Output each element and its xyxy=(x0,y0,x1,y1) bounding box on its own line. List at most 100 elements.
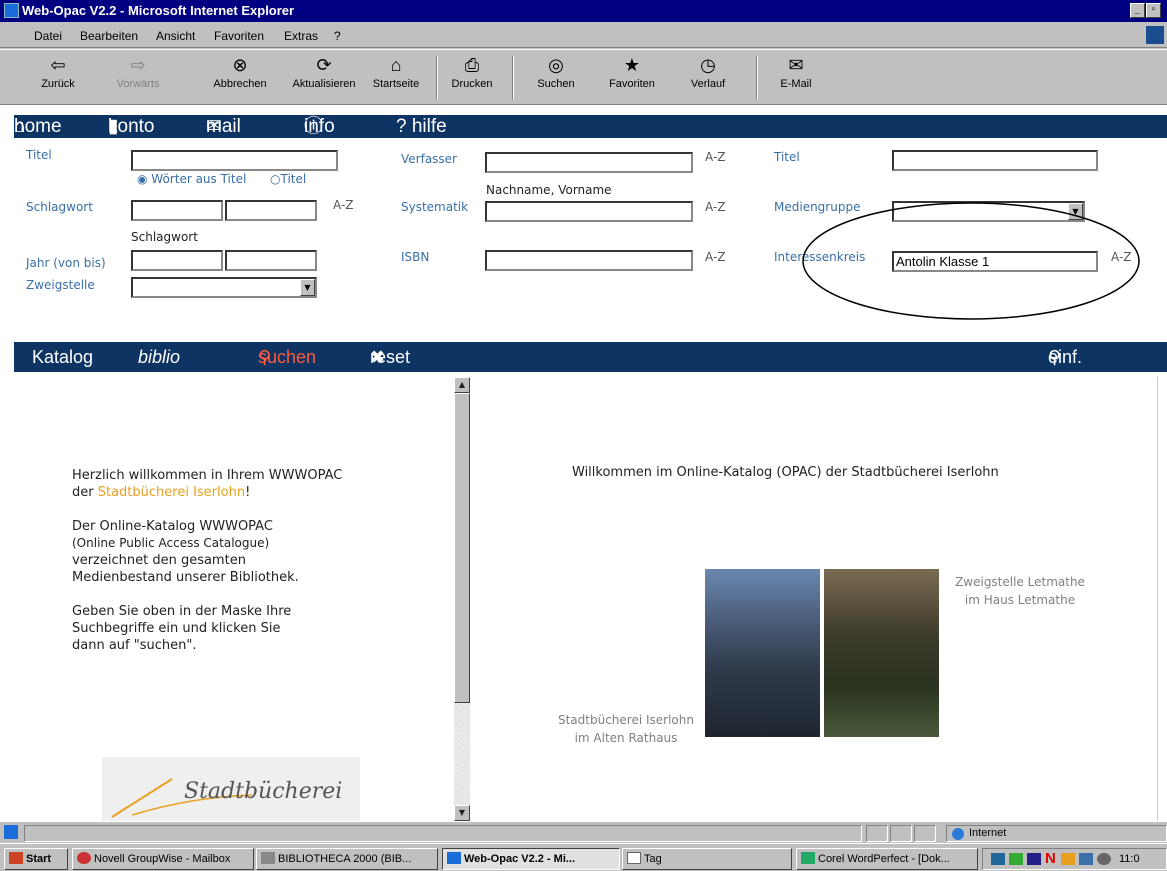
titel2-input[interactable] xyxy=(892,150,1098,171)
highlight-ellipse xyxy=(802,202,1140,320)
menu-ansicht[interactable]: Ansicht xyxy=(156,29,195,43)
verfasser-input[interactable] xyxy=(485,152,693,173)
titel2-label: Titel xyxy=(774,150,800,164)
printer-icon: ⎙ xyxy=(464,55,480,75)
search-form: Titel ◉ Wörter aus Titel ○Titel Schlagwo… xyxy=(0,138,1167,342)
house-icon: ⌂ xyxy=(390,55,402,75)
right-scrollbar[interactable] xyxy=(1157,377,1167,821)
start-button[interactable]: Start xyxy=(4,848,68,870)
status-bar: Internet xyxy=(0,821,1167,843)
stop-button[interactable]: ⊗ Abbrechen xyxy=(208,54,272,90)
radio-woerter[interactable]: ◉ Wörter aus Titel xyxy=(137,172,246,186)
systematik-label: Systematik xyxy=(401,200,469,214)
status-box xyxy=(866,825,888,842)
zweigstelle-label: Zweigstelle xyxy=(26,278,95,292)
task-web-opac[interactable]: Web-Opac V2.2 - Mi... xyxy=(442,848,620,870)
browser-content: ⌂ home ▮ konto ✉ mail ⓘ info ? hilfe Tit… xyxy=(0,105,1167,821)
status-box xyxy=(890,825,912,842)
menu-datei[interactable]: Datei xyxy=(34,29,62,43)
mail-button[interactable]: ✉ E-Mail xyxy=(764,54,828,90)
bibliotheca-icon xyxy=(261,852,275,864)
radio-titel[interactable]: ○Titel xyxy=(270,172,306,186)
systematik-input[interactable] xyxy=(485,201,693,222)
history-button[interactable]: ◷ Verlauf xyxy=(676,54,740,90)
rathaus-caption: Stadtbücherei Iserlohn im Alten Rathaus xyxy=(557,713,694,745)
chevron-down-icon: ▼ xyxy=(300,279,315,296)
tray-monitor-icon[interactable] xyxy=(1027,853,1041,865)
left-frame: Herzlich willkommen in Ihrem WWWOPAC der… xyxy=(14,377,470,821)
tray-novell-icon[interactable]: N xyxy=(1045,851,1056,867)
favorites-button[interactable]: ★ Favoriten xyxy=(600,54,664,90)
zweigstelle-select[interactable]: ▼ xyxy=(131,277,317,298)
menu-bearbeiten[interactable]: Bearbeiten xyxy=(80,29,138,43)
stadtbuecherei-link[interactable]: Stadtbücherei Iserlohn xyxy=(98,485,245,500)
maximize-button[interactable]: ▫ xyxy=(1146,3,1161,18)
menu-bar: Datei Bearbeiten Ansicht Favoriten Extra… xyxy=(0,22,1167,48)
schlagwort-input-2[interactable] xyxy=(225,200,317,221)
isbn-az-link[interactable]: A-Z xyxy=(705,250,726,264)
tray-clock-icon[interactable] xyxy=(1097,853,1111,865)
isbn-input[interactable] xyxy=(485,250,693,271)
verfasser-az-link[interactable]: A-Z xyxy=(705,150,726,164)
globe-icon xyxy=(952,828,964,840)
tray-arrow-icon[interactable] xyxy=(1079,853,1093,865)
menu-extras[interactable]: Extras xyxy=(284,29,318,43)
tray-app-icon[interactable] xyxy=(1009,853,1023,865)
page-status-icon xyxy=(4,825,18,839)
welcome-line-2: der Stadtbücherei Iserlohn! xyxy=(72,485,251,500)
isbn-label: ISBN xyxy=(401,250,430,264)
browser-toolbar: ⇦ Zurück ⇨ Vorwärts ⊗ Abbrechen ⟳ Aktualisie… xyxy=(0,49,1167,105)
forward-button[interactable]: ⇨ Vorwärts xyxy=(106,54,170,90)
task-wordperfect[interactable]: Corel WordPerfect - [Dok... xyxy=(796,848,978,870)
scroll-up-icon[interactable]: ▲ xyxy=(454,377,470,393)
task-groupwise[interactable]: Novell GroupWise - Mailbox xyxy=(72,848,254,870)
scroll-thumb[interactable] xyxy=(454,393,470,703)
toolbar-separator xyxy=(756,56,758,100)
home-button[interactable]: ⌂ Startseite xyxy=(364,54,428,90)
tray-tool-icon[interactable] xyxy=(1061,853,1075,865)
window-titlebar[interactable]: Web-Opac V2.2 - Microsoft Internet Explo… xyxy=(0,0,1167,22)
jahr-von-input[interactable] xyxy=(131,250,223,271)
schlagwort-input-1[interactable] xyxy=(131,200,223,221)
groupwise-icon xyxy=(77,852,91,864)
status-box xyxy=(914,825,936,842)
print-button[interactable]: ⎙ Drucken xyxy=(440,54,504,90)
catalog-bar: Katalog biblio ⚲ suchen ✖ reset ⚲ einf. … xyxy=(14,342,1167,397)
right-frame: Willkommen im Online-Katalog (OPAC) der … xyxy=(472,377,1157,821)
catalog-text-2: verzeichnet den gesamten xyxy=(72,553,246,568)
minimize-button[interactable]: _ xyxy=(1130,3,1145,18)
zone-box: Internet xyxy=(946,825,1167,842)
back-button[interactable]: ⇦ Zurück xyxy=(26,54,90,90)
scroll-down-icon[interactable]: ▼ xyxy=(454,805,470,821)
back-arrow-icon: ⇦ xyxy=(50,55,66,75)
search-button[interactable]: ◎ Suchen xyxy=(524,54,588,90)
toolbar-separator xyxy=(512,56,514,100)
stadtbuecherei-logo: Stadtbücherei xyxy=(102,757,360,821)
ie-icon xyxy=(4,3,19,18)
tab-katalog[interactable]: Katalog xyxy=(32,342,93,372)
menu-favoriten[interactable]: Favoriten xyxy=(214,29,264,43)
radio-unchecked-icon: ○ xyxy=(270,172,281,186)
left-scrollbar[interactable]: ▲ ▼ xyxy=(454,377,470,821)
task-bibliotheca[interactable]: BIBLIOTHECA 2000 (BIB... xyxy=(256,848,438,870)
jahr-bis-input[interactable] xyxy=(225,250,317,271)
tray-network-icon[interactable] xyxy=(991,853,1005,865)
verfasser-label: Verfasser xyxy=(401,152,457,166)
welcome-line-1: Herzlich willkommen in Ihrem WWWOPAC xyxy=(72,468,343,483)
catalog-text-3: Medienbestand unserer Bibliothek. xyxy=(72,570,299,585)
catalog-text-1: Der Online-Katalog WWWOPAC xyxy=(72,519,273,534)
task-tag[interactable]: Tag xyxy=(622,848,792,870)
refresh-icon: ⟳ xyxy=(316,55,332,75)
document-icon xyxy=(627,852,641,864)
top-nav-bar: ⌂ home ▮ konto ✉ mail ⓘ info ? hilfe xyxy=(14,115,1167,138)
titel-input[interactable] xyxy=(131,150,338,171)
tab-biblio[interactable]: biblio xyxy=(138,342,180,372)
nav-hilfe[interactable]: ? hilfe xyxy=(396,115,447,138)
schlagwort-hint: Schlagwort xyxy=(131,230,198,244)
systematik-az-link[interactable]: A-Z xyxy=(705,200,726,214)
menu-help[interactable]: ? xyxy=(334,29,341,43)
schlagwort-az-link[interactable]: A-Z xyxy=(333,198,354,212)
wordperfect-icon xyxy=(801,852,815,864)
instruction-text-2: Suchbegriffe ein und klicken Sie xyxy=(72,621,281,636)
refresh-button[interactable]: ⟳ Aktualisieren xyxy=(286,54,362,90)
